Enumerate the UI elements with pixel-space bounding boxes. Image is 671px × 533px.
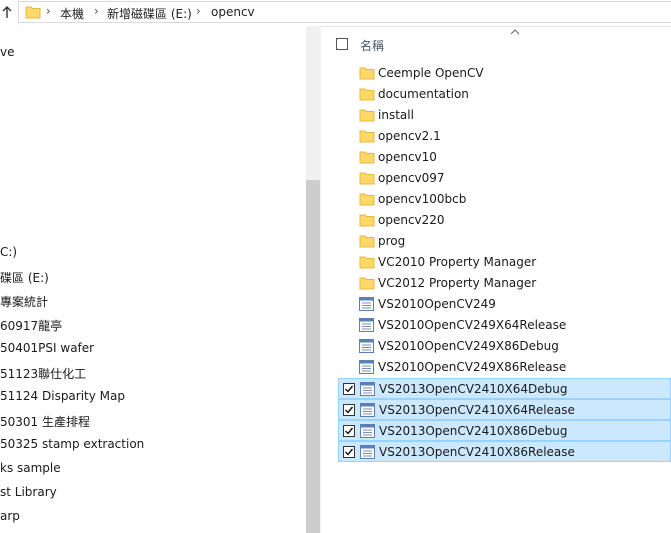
address-field[interactable]: › 本機 › 新增磁碟區 (E:) › opencv (18, 1, 671, 23)
file-row[interactable]: VS2010OpenCV249 (338, 294, 671, 315)
folder-row[interactable]: opencv097 (338, 168, 671, 189)
file-name: opencv220 (378, 213, 445, 227)
row-checkbox[interactable] (343, 404, 355, 416)
nav-item[interactable]: ve (0, 45, 14, 59)
nav-item[interactable]: 專案統計 (0, 293, 48, 310)
file-name: opencv2.1 (378, 129, 441, 143)
file-row[interactable]: VS2013OpenCV2410X64Release (338, 399, 671, 420)
nav-item-drive-c[interactable]: C:) (0, 245, 17, 259)
file-name: VS2013OpenCV2410X86Debug (379, 424, 568, 438)
breadcrumb-separator[interactable]: › (46, 4, 51, 18)
file-name: VS2010OpenCV249X64Release (378, 318, 567, 332)
folder-row[interactable]: opencv100bcb (338, 189, 671, 210)
folder-row[interactable]: documentation (338, 84, 671, 105)
file-row[interactable]: VS2010OpenCV249X86Debug (338, 336, 671, 357)
folder-row[interactable]: VC2012 Property Manager (338, 273, 671, 294)
nav-item[interactable]: 51123聯仕化工 (0, 365, 86, 382)
file-name: opencv100bcb (378, 192, 467, 206)
file-row[interactable]: VS2013OpenCV2410X86Release (338, 441, 671, 462)
folder-icon (359, 171, 375, 188)
folder-icon (359, 66, 375, 83)
nav-item[interactable]: st Library (0, 485, 57, 499)
file-row[interactable]: VS2010OpenCV249X64Release (338, 315, 671, 336)
file-name: documentation (378, 87, 469, 101)
folder-icon (25, 6, 41, 19)
up-arrow-icon[interactable] (0, 2, 18, 22)
row-checkbox[interactable] (343, 383, 355, 395)
folder-row[interactable]: VC2010 Property Manager (338, 252, 671, 273)
property-sheet-file-icon (359, 339, 374, 356)
folder-row[interactable]: install (338, 105, 671, 126)
breadcrumb-separator[interactable]: › (94, 4, 99, 18)
breadcrumb-this-pc[interactable]: 本機 (60, 5, 84, 22)
file-row[interactable]: VS2013OpenCV2410X86Debug (338, 420, 671, 441)
folder-row[interactable]: opencv2.1 (338, 126, 671, 147)
column-header-name[interactable]: 名稱 (360, 37, 384, 54)
folder-icon (359, 276, 375, 293)
breadcrumb-opencv[interactable]: opencv (211, 5, 255, 19)
sort-ascending-icon (510, 29, 520, 35)
folder-icon (359, 150, 375, 167)
file-row[interactable]: VS2013OpenCV2410X64Debug (338, 378, 671, 399)
property-sheet-file-icon (360, 403, 375, 420)
folder-icon (359, 255, 375, 272)
property-sheet-file-icon (359, 318, 374, 335)
address-bar: › 本機 › 新增磁碟區 (E:) › opencv (0, 0, 671, 27)
file-row[interactable]: VS2010OpenCV249X86Release (338, 357, 671, 378)
folder-row[interactable]: opencv10 (338, 147, 671, 168)
property-sheet-file-icon (360, 382, 375, 399)
nav-item[interactable]: ks sample (0, 461, 61, 475)
file-name: prog (378, 234, 406, 248)
file-name: VS2010OpenCV249X86Debug (378, 339, 559, 353)
property-sheet-file-icon (360, 445, 375, 462)
file-name: VS2013OpenCV2410X86Release (379, 445, 575, 459)
nav-item[interactable]: 50301 生產排程 (0, 413, 90, 430)
file-name: VS2010OpenCV249X86Release (378, 360, 567, 374)
pane-divider[interactable] (320, 26, 321, 533)
folder-row[interactable]: Ceemple OpenCV (338, 63, 671, 84)
folder-row[interactable]: opencv220 (338, 210, 671, 231)
nav-item[interactable]: arp (0, 509, 20, 523)
nav-item[interactable]: 51124 Disparity Map (0, 389, 125, 403)
nav-item[interactable]: 50325 stamp extraction (0, 437, 144, 451)
property-sheet-file-icon (360, 424, 375, 441)
folder-row[interactable]: prog (338, 231, 671, 252)
file-name: opencv097 (378, 171, 445, 185)
nav-item-drive-e[interactable]: 碟區 (E:) (0, 269, 49, 286)
file-name: opencv10 (378, 150, 437, 164)
folder-icon (359, 129, 375, 146)
nav-item[interactable]: 60917龍亭 (0, 317, 62, 334)
file-name: VS2010OpenCV249 (378, 297, 496, 311)
file-name: VS2013OpenCV2410X64Debug (379, 382, 568, 396)
row-checkbox[interactable] (343, 425, 355, 437)
folder-icon (359, 87, 375, 104)
select-all-checkbox[interactable] (336, 38, 348, 50)
row-checkbox[interactable] (343, 446, 355, 458)
file-name: install (378, 108, 414, 122)
breadcrumb-drive-e[interactable]: 新增磁碟區 (E:) (107, 5, 192, 22)
folder-icon (359, 234, 375, 251)
property-sheet-file-icon (359, 360, 374, 377)
file-name: Ceemple OpenCV (378, 66, 484, 80)
nav-item[interactable]: 50401PSI wafer (0, 341, 94, 355)
file-name: VC2012 Property Manager (378, 276, 537, 290)
file-name: VC2010 Property Manager (378, 255, 537, 269)
folder-icon (359, 192, 375, 209)
file-name: VS2013OpenCV2410X64Release (379, 403, 575, 417)
folder-icon (359, 213, 375, 230)
property-sheet-file-icon (359, 297, 374, 314)
nav-scrollbar-thumb[interactable] (306, 180, 320, 533)
breadcrumb-separator[interactable]: › (196, 4, 201, 18)
folder-icon (359, 108, 375, 125)
